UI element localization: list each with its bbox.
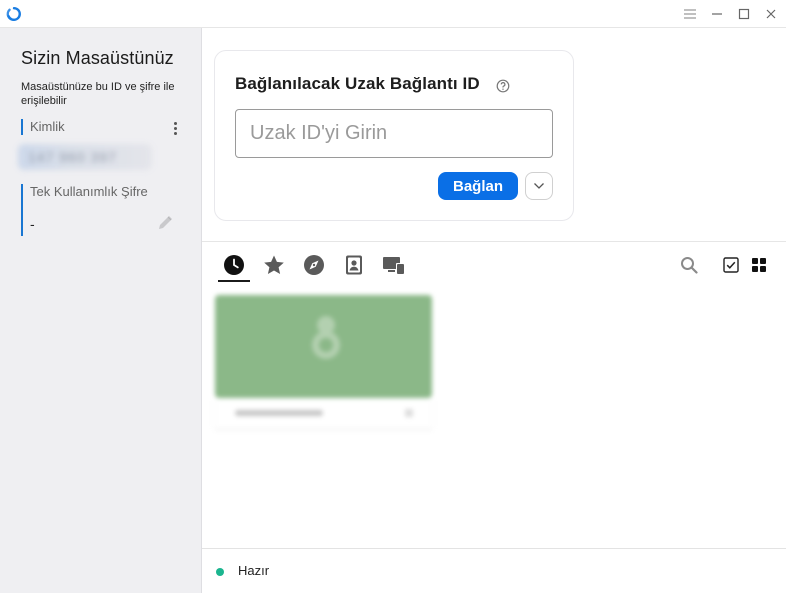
- help-icon[interactable]: [496, 79, 510, 93]
- session-name-placeholder: [235, 410, 323, 416]
- session-thumbnail: [215, 295, 432, 398]
- search-icon: [681, 257, 698, 274]
- connect-card: Bağlanılacak Uzak Bağlantı ID Bağlan: [214, 50, 574, 221]
- favorites-star-icon: [264, 255, 284, 274]
- tab-group[interactable]: [382, 253, 406, 277]
- id-value-text: 147 960 397: [28, 149, 117, 165]
- id-value[interactable]: 147 960 397: [18, 144, 152, 170]
- group-devices-icon: [383, 257, 405, 275]
- connect-options-button[interactable]: [525, 172, 553, 200]
- history-clock-icon: [224, 255, 244, 275]
- connect-title: Bağlanılacak Uzak Bağlantı ID: [235, 74, 480, 93]
- grid-view-icon: [752, 258, 766, 272]
- checkbox-icon: [723, 257, 739, 273]
- tab-recent[interactable]: [222, 253, 246, 277]
- status-text: Hazır: [238, 563, 270, 578]
- pencil-edit-icon[interactable]: [156, 212, 176, 232]
- recent-session-card[interactable]: [215, 295, 432, 430]
- id-label: Kimlik: [30, 119, 65, 134]
- chevron-down-icon: [534, 183, 544, 189]
- sidebar-title: Sizin Masaüstünüz: [21, 48, 174, 68]
- address-book-icon: [346, 255, 362, 275]
- app-logo-icon: [6, 6, 21, 21]
- title-bar: [0, 0, 786, 28]
- tab-active-indicator: [218, 280, 250, 282]
- id-menu-icon[interactable]: [168, 119, 182, 137]
- remote-id-input[interactable]: [235, 109, 553, 158]
- grid-view-button[interactable]: [749, 255, 769, 275]
- discovered-compass-icon: [304, 255, 324, 275]
- minimize-icon[interactable]: [706, 4, 728, 24]
- id-field: Kimlik: [21, 119, 65, 135]
- tab-favorites[interactable]: [262, 253, 286, 277]
- session-footer: [215, 398, 432, 428]
- tab-address-book[interactable]: [342, 253, 366, 277]
- hamburger-icon[interactable]: [679, 4, 701, 24]
- os-logo-icon: [312, 316, 340, 359]
- status-indicator: [216, 568, 224, 576]
- select-mode-button[interactable]: [721, 255, 741, 275]
- sidebar-description: Masaüstünüze bu ID ve şifre ile erişileb…: [21, 81, 175, 107]
- status-bar: Hazır: [202, 548, 786, 593]
- sidebar: Sizin Masaüstünüz Masaüstünüze bu ID ve …: [0, 28, 202, 593]
- divider: [202, 241, 786, 242]
- password-field: Tek Kullanımlık Şifre: [21, 184, 148, 236]
- connect-button[interactable]: Bağlan: [438, 172, 518, 200]
- search-button[interactable]: [679, 255, 699, 275]
- password-value: -: [30, 216, 35, 232]
- password-label: Tek Kullanımlık Şifre: [30, 184, 148, 199]
- tab-discovered[interactable]: [302, 253, 326, 277]
- maximize-icon[interactable]: [733, 4, 755, 24]
- session-menu-icon[interactable]: [405, 409, 413, 417]
- close-icon[interactable]: [760, 4, 782, 24]
